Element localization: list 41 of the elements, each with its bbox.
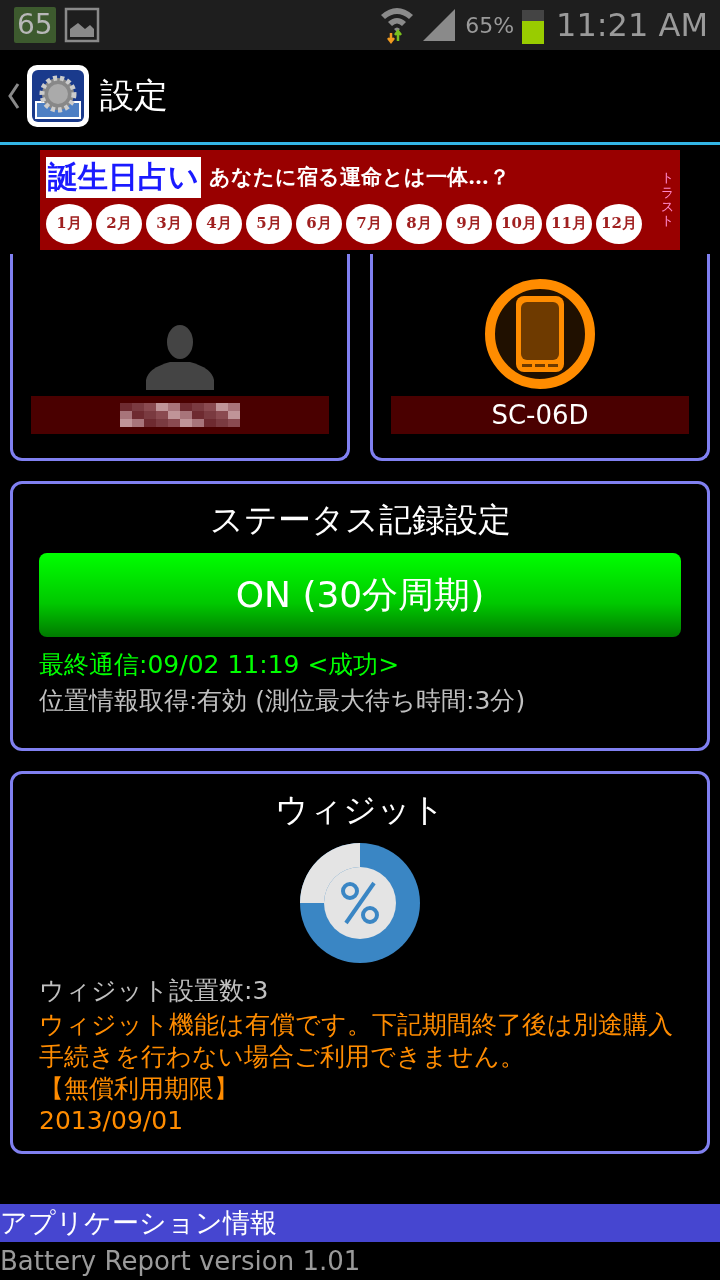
month-circle[interactable]: 11月 [546,203,592,244]
phone-icon [484,278,596,390]
month-circle[interactable]: 10月 [496,203,542,244]
percent-gauge-icon [300,843,420,963]
month-circle[interactable]: 2月 [96,203,142,244]
month-circle[interactable]: 8月 [396,203,442,244]
month-circle[interactable]: 4月 [196,203,242,244]
month-circle[interactable]: 5月 [246,203,292,244]
month-circle[interactable]: 1月 [46,203,92,244]
month-circle[interactable]: 3月 [146,203,192,244]
battery-percent: 65% [465,12,515,38]
wifi-icon [379,5,416,45]
month-circle[interactable]: 6月 [296,203,342,244]
profile-card[interactable]: SC-06D [370,254,710,461]
widget-count-text: ウィジット設置数:3 [39,975,270,1007]
month-circle[interactable]: 12月 [596,203,642,244]
month-circle[interactable]: 7月 [346,203,392,244]
device-name: SC-06D [391,396,689,434]
free-period-date: 2013/09/01 [39,1105,185,1137]
last-communication-text: 最終通信:09/02 11:19 <成功> [39,649,401,681]
profile-card[interactable] [10,254,350,461]
paid-notice-text: ウィジット機能は有償です。下記期間終了後は別途購入手続きを行わない場合ご利用できません。 [39,1009,674,1073]
version-text: Battery Report version 1.01 [0,1245,362,1278]
gear-icon[interactable] [26,64,90,128]
person-silhouette-icon [144,324,216,390]
clock: 11:21 AM [556,6,708,44]
screen-title: 設定 [100,74,168,117]
notification-badge: 65 [14,7,56,43]
card-title: ステータス記録設定 [208,499,512,541]
back-chevron-icon[interactable] [8,83,20,109]
card-title: ウィジット [274,789,446,831]
banner-brand: トラスト [661,171,674,229]
free-period-label: 【無償利用期限】 [39,1073,240,1105]
ad-banner[interactable]: 誕生日占い あなたに宿る運命とは一体…？ 1月 2月 3月 4月 5月 6月 7月 8月 9月 10月 11月 12月 トラスト [40,150,680,250]
signal-icon [423,9,458,41]
banner-tagline: あなたに宿る運命とは一体…？ [209,163,510,191]
section-header: アプリケーション情報 [0,1204,720,1242]
location-setting-text: 位置情報取得:有効 (測位最大待ち時間:3分) [39,685,527,717]
month-circle[interactable]: 9月 [446,203,492,244]
banner-title: 誕生日占い [46,156,201,198]
image-icon [63,7,100,43]
